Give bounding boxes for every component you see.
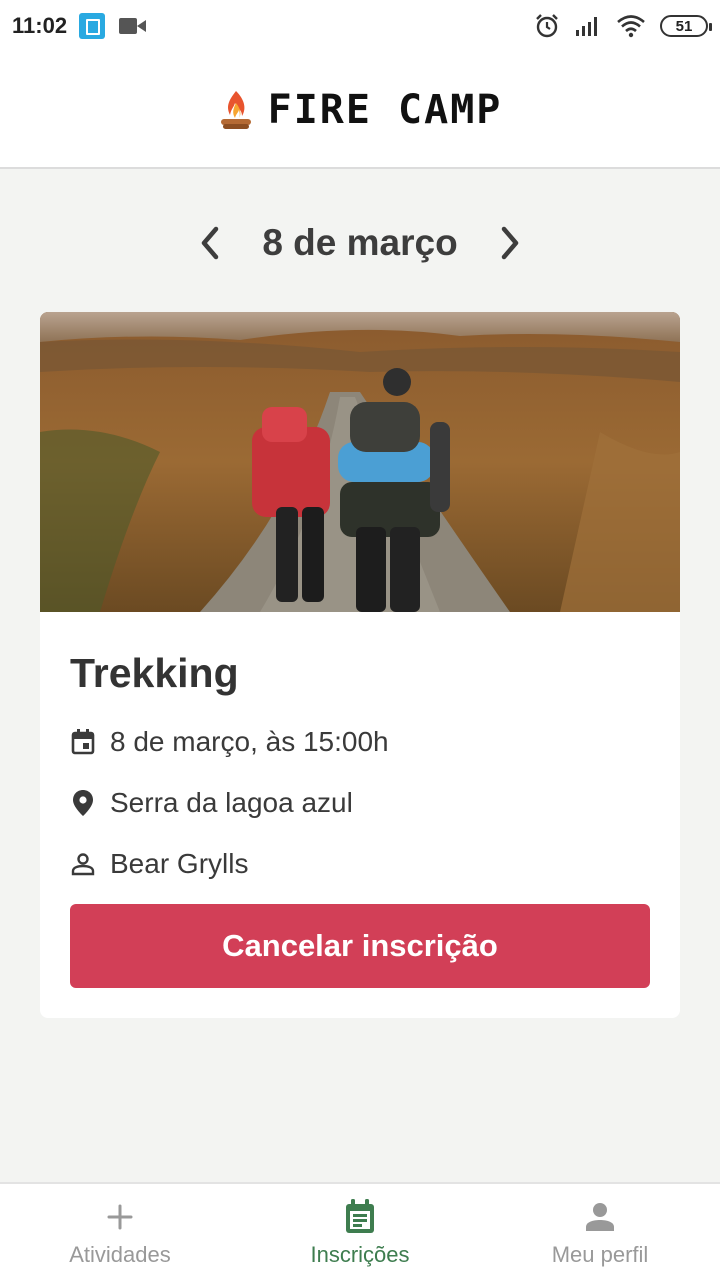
app-logo-text: FIRE CAMP	[267, 86, 503, 133]
status-bar: 11:02 51	[0, 0, 720, 52]
nav-label-atividades: Atividades	[69, 1242, 171, 1267]
status-right-icons: 51	[534, 13, 712, 39]
nav-label-inscricoes: Inscrições	[310, 1242, 410, 1267]
chevron-right-icon	[501, 226, 518, 260]
activity-title: Trekking	[70, 650, 239, 696]
person-icon	[583, 1198, 617, 1236]
cancel-registration-button[interactable]: Cancelar inscrição	[70, 904, 650, 988]
campfire-icon	[220, 90, 251, 129]
battery-icon: 51	[660, 15, 712, 37]
alarm-icon	[536, 14, 558, 38]
current-date-label: 8 de março	[262, 222, 458, 263]
video-camera-icon	[119, 17, 147, 35]
date-navigation: 8 de março	[0, 208, 720, 278]
nav-item-atividades[interactable]: Atividades	[0, 1184, 240, 1280]
activity-datetime: 8 de março, às 15:00h	[110, 726, 389, 757]
activity-location-row: Serra da lagoa azul	[70, 787, 353, 819]
activity-card: Trekking 8 de março, às 15:00h Serra da …	[40, 312, 680, 1018]
calendar-list-icon	[343, 1198, 377, 1236]
app-header: FIRE CAMP	[0, 52, 720, 169]
next-date-button[interactable]	[480, 213, 540, 273]
activity-guide: Bear Grylls	[110, 848, 249, 879]
status-left-icons	[79, 13, 147, 39]
activity-photo	[40, 312, 680, 612]
status-time: 11:02	[12, 13, 68, 38]
nav-item-inscricoes[interactable]: Inscrições	[240, 1184, 480, 1280]
wifi-icon	[617, 15, 645, 38]
bottom-navigation: Atividades Inscrições Meu perfil	[0, 1182, 720, 1280]
activity-location: Serra da lagoa azul	[110, 787, 353, 818]
nav-label-meu-perfil: Meu perfil	[551, 1242, 649, 1267]
location-pin-icon	[70, 789, 96, 817]
signal-icon	[576, 17, 597, 36]
previous-date-button[interactable]	[180, 213, 240, 273]
activity-guide-row: Bear Grylls	[70, 848, 248, 880]
nav-item-meu-perfil[interactable]: Meu perfil	[480, 1184, 720, 1280]
person-outline-icon	[70, 850, 96, 878]
chevron-left-icon	[202, 226, 219, 260]
activity-datetime-row: 8 de março, às 15:00h	[70, 726, 389, 758]
calendar-icon	[70, 728, 96, 756]
plus-icon	[103, 1198, 137, 1236]
sim-card-icon	[79, 13, 106, 39]
